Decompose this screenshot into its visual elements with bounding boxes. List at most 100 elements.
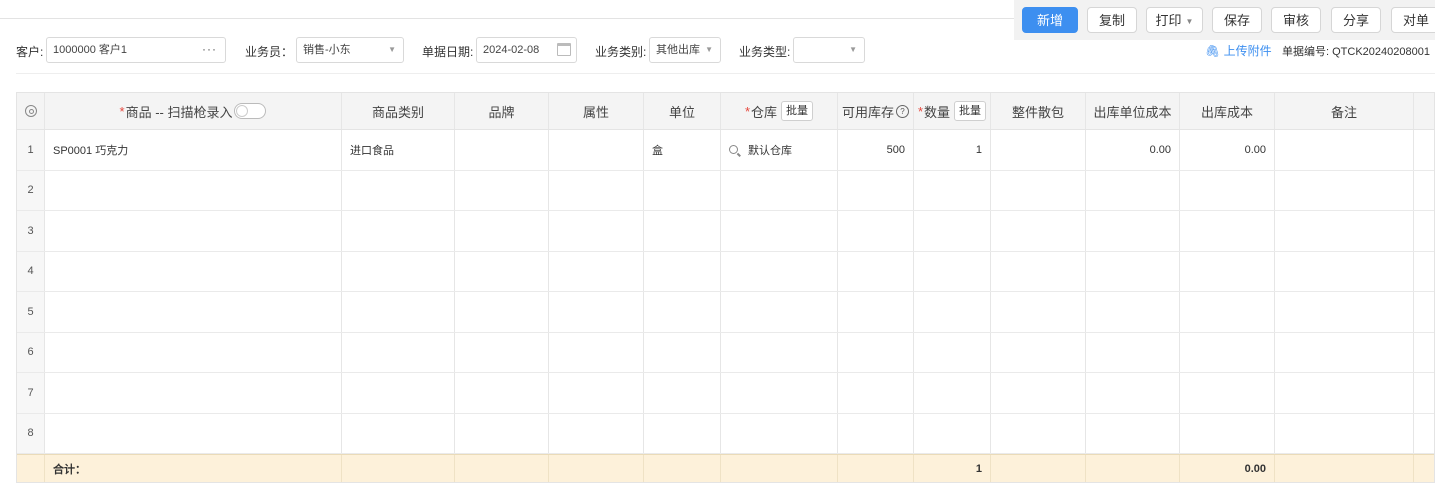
cell-brand[interactable] — [455, 373, 549, 413]
copy-button[interactable]: 复制 — [1087, 7, 1137, 33]
cell-qty[interactable] — [914, 373, 991, 413]
cell-attr[interactable] — [549, 211, 644, 251]
cell-warehouse[interactable] — [721, 332, 838, 372]
cell-filler[interactable] — [1414, 171, 1435, 211]
cell-category[interactable] — [342, 413, 455, 453]
cell-pack[interactable] — [991, 373, 1086, 413]
table-row[interactable]: 7 — [17, 373, 1434, 414]
cell-unit-cost[interactable] — [1086, 251, 1180, 291]
table-row[interactable]: 1 SP0001 巧克力 进口食品盒默认仓库 500 1 0.00 0.00 — [17, 130, 1434, 171]
cell-remark[interactable] — [1275, 292, 1414, 332]
cell-stock[interactable]: 500 — [838, 130, 914, 170]
cell-unit[interactable] — [644, 211, 721, 251]
cell-brand[interactable] — [455, 251, 549, 291]
cell-remark[interactable] — [1275, 413, 1414, 453]
scan-toggle[interactable] — [234, 103, 267, 119]
cell-pack[interactable] — [991, 130, 1086, 170]
cell-product[interactable] — [45, 292, 342, 332]
calendar-icon[interactable] — [557, 43, 571, 56]
cell-category[interactable] — [342, 332, 455, 372]
cell-remark[interactable] — [1275, 170, 1414, 210]
cell-qty[interactable]: 1 — [914, 130, 991, 170]
cell-filler[interactable] — [1414, 130, 1435, 170]
cell-filler[interactable] — [1414, 333, 1435, 373]
cell-category[interactable] — [342, 373, 455, 413]
table-row[interactable]: 3 — [17, 211, 1434, 252]
cell-qty[interactable] — [914, 292, 991, 332]
table-row[interactable]: 5 — [17, 292, 1434, 333]
cell-filler[interactable] — [1414, 292, 1435, 332]
cell-product[interactable] — [45, 332, 342, 372]
cell-stock[interactable] — [838, 292, 914, 332]
cell-brand[interactable] — [455, 292, 549, 332]
cell-product[interactable] — [45, 211, 342, 251]
cell-pack[interactable] — [991, 170, 1086, 210]
cell-cost[interactable] — [1180, 292, 1275, 332]
cell-unit[interactable] — [644, 373, 721, 413]
cell-brand[interactable] — [455, 332, 549, 372]
cell-warehouse[interactable] — [721, 170, 838, 210]
cell-product[interactable] — [45, 170, 342, 210]
qty-batch-button[interactable]: 批量 — [954, 101, 987, 121]
cell-pack[interactable] — [991, 413, 1086, 453]
cell-attr[interactable] — [549, 251, 644, 291]
biz-type-select[interactable]: ▼ — [793, 37, 865, 63]
cell-product[interactable]: SP0001 巧克力 — [45, 130, 342, 170]
cell-category[interactable] — [342, 251, 455, 291]
cell-product[interactable] — [45, 413, 342, 453]
add-button[interactable]: 新增 — [1022, 7, 1078, 33]
cell-filler[interactable] — [1414, 414, 1435, 454]
more-icon[interactable]: ··· — [202, 37, 217, 61]
upload-attachment-link[interactable]: 🖇 上传附件 — [1205, 42, 1272, 59]
cell-category[interactable] — [342, 292, 455, 332]
cell-unit-cost[interactable] — [1086, 170, 1180, 210]
cell-attr[interactable] — [549, 413, 644, 453]
cell-warehouse[interactable] — [721, 251, 838, 291]
cell-brand[interactable] — [455, 413, 549, 453]
cell-product[interactable] — [45, 251, 342, 291]
cell-unit-cost[interactable] — [1086, 373, 1180, 413]
cell-attr[interactable] — [549, 170, 644, 210]
cell-unit-cost[interactable] — [1086, 292, 1180, 332]
cell-warehouse[interactable]: 默认仓库 — [721, 130, 838, 170]
cell-category[interactable] — [342, 170, 455, 210]
cell-warehouse[interactable] — [721, 373, 838, 413]
cell-cost[interactable] — [1180, 251, 1275, 291]
reconcile-button[interactable]: 对单 — [1391, 7, 1435, 33]
save-button[interactable]: 保存 — [1212, 7, 1262, 33]
cell-qty[interactable] — [914, 211, 991, 251]
cell-stock[interactable] — [838, 413, 914, 453]
cell-warehouse[interactable] — [721, 413, 838, 453]
cell-qty[interactable] — [914, 413, 991, 453]
cell-unit-cost[interactable]: 0.00 — [1086, 130, 1180, 170]
cell-cost[interactable]: 0.00 — [1180, 130, 1275, 170]
cell-filler[interactable] — [1414, 373, 1435, 413]
table-row[interactable]: 2 — [17, 170, 1435, 211]
cell-qty[interactable] — [914, 170, 991, 210]
cell-category[interactable]: 进口食品 — [342, 130, 455, 170]
cell-unit-cost[interactable] — [1086, 211, 1180, 251]
cell-unit[interactable]: 盒 — [644, 130, 721, 170]
share-button[interactable]: 分享 — [1331, 7, 1381, 33]
cell-qty[interactable] — [914, 332, 991, 372]
search-icon[interactable] — [729, 145, 738, 155]
print-button[interactable]: 打印 ▼ — [1146, 7, 1203, 33]
cell-unit[interactable] — [644, 292, 721, 332]
cell-pack[interactable] — [991, 332, 1086, 372]
cell-pack[interactable] — [991, 251, 1086, 291]
cell-stock[interactable] — [838, 251, 914, 291]
customer-field[interactable]: 1000000 客户1 ··· — [46, 37, 226, 63]
cell-filler[interactable] — [1414, 211, 1435, 251]
biz-category-select[interactable]: 其他出库 ▼ — [649, 37, 721, 63]
cell-remark[interactable] — [1275, 130, 1414, 170]
cell-stock[interactable] — [838, 211, 914, 251]
cell-warehouse[interactable] — [721, 292, 838, 332]
help-icon[interactable]: ? — [896, 104, 909, 118]
cell-remark[interactable] — [1275, 211, 1414, 251]
cell-brand[interactable] — [455, 170, 549, 210]
cell-stock[interactable] — [838, 373, 914, 413]
cell-stock[interactable] — [838, 332, 914, 372]
date-field[interactable]: 2024-02-08 — [476, 37, 577, 63]
table-row[interactable]: 4 — [17, 251, 1434, 292]
cell-unit-cost[interactable] — [1086, 332, 1180, 372]
